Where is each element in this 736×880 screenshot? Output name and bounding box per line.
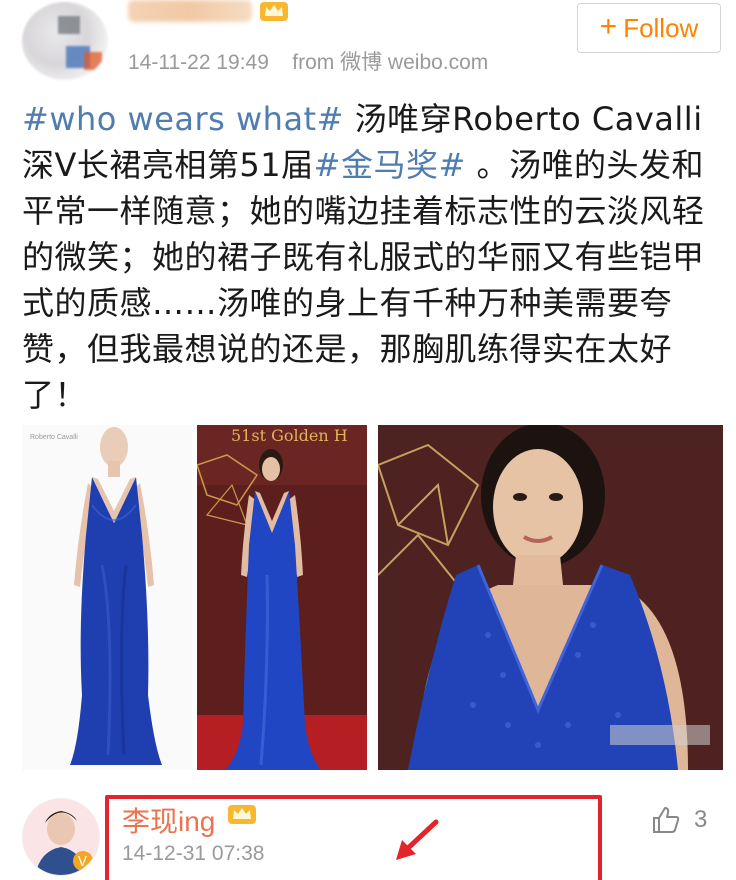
red-arrow-icon [396, 819, 439, 860]
author-name-blurred[interactable] [128, 0, 252, 22]
highlight-box [105, 795, 602, 880]
follow-button[interactable]: + Follow [577, 3, 721, 53]
post-text: #who wears what# 汤唯穿Roberto Cavalli深V长裙亮… [22, 96, 718, 418]
photo-watermark: Roberto Cavalli [30, 434, 78, 441]
vip-crown-icon [260, 2, 288, 21]
closeup-photo[interactable] [378, 425, 723, 770]
follow-label: Follow [623, 12, 699, 43]
hashtag-golden-horse[interactable]: #金马奖# [314, 146, 466, 184]
like-count: 3 [694, 806, 708, 833]
commenter-avatar[interactable]: V [22, 798, 100, 876]
source-prefix: from [292, 51, 335, 74]
comment-item: V 李现ing 14-12-31 07:38 3 [0, 786, 736, 880]
plus-icon: + [599, 9, 618, 43]
post-text-segment: 。汤唯的头发和平常一样随意；她的嘴边挂着标志性的云淡风轻的微笑；她的裙子既有礼服… [22, 146, 705, 414]
thumbs-up-icon [653, 807, 680, 833]
hashtag-who-wears-what[interactable]: #who wears what# [22, 100, 344, 138]
post-meta: 14-11-22 19:49 from 微博 weibo.com [128, 46, 488, 76]
svg-text:V: V [78, 855, 87, 870]
post-source: 微博 weibo.com [340, 51, 489, 74]
red-carpet-photo[interactable]: 51st Golden H [197, 425, 367, 770]
like-button[interactable]: 3 [650, 804, 707, 836]
dress-product-photo[interactable]: Roberto Cavalli [22, 425, 192, 770]
author-avatar[interactable] [22, 2, 108, 80]
golden-horse-sign: 51st Golden H [231, 426, 348, 445]
post-timestamp: 14-11-22 19:49 [128, 51, 269, 74]
post-header: 14-11-22 19:49 from 微博 weibo.com + Follo… [0, 0, 736, 90]
